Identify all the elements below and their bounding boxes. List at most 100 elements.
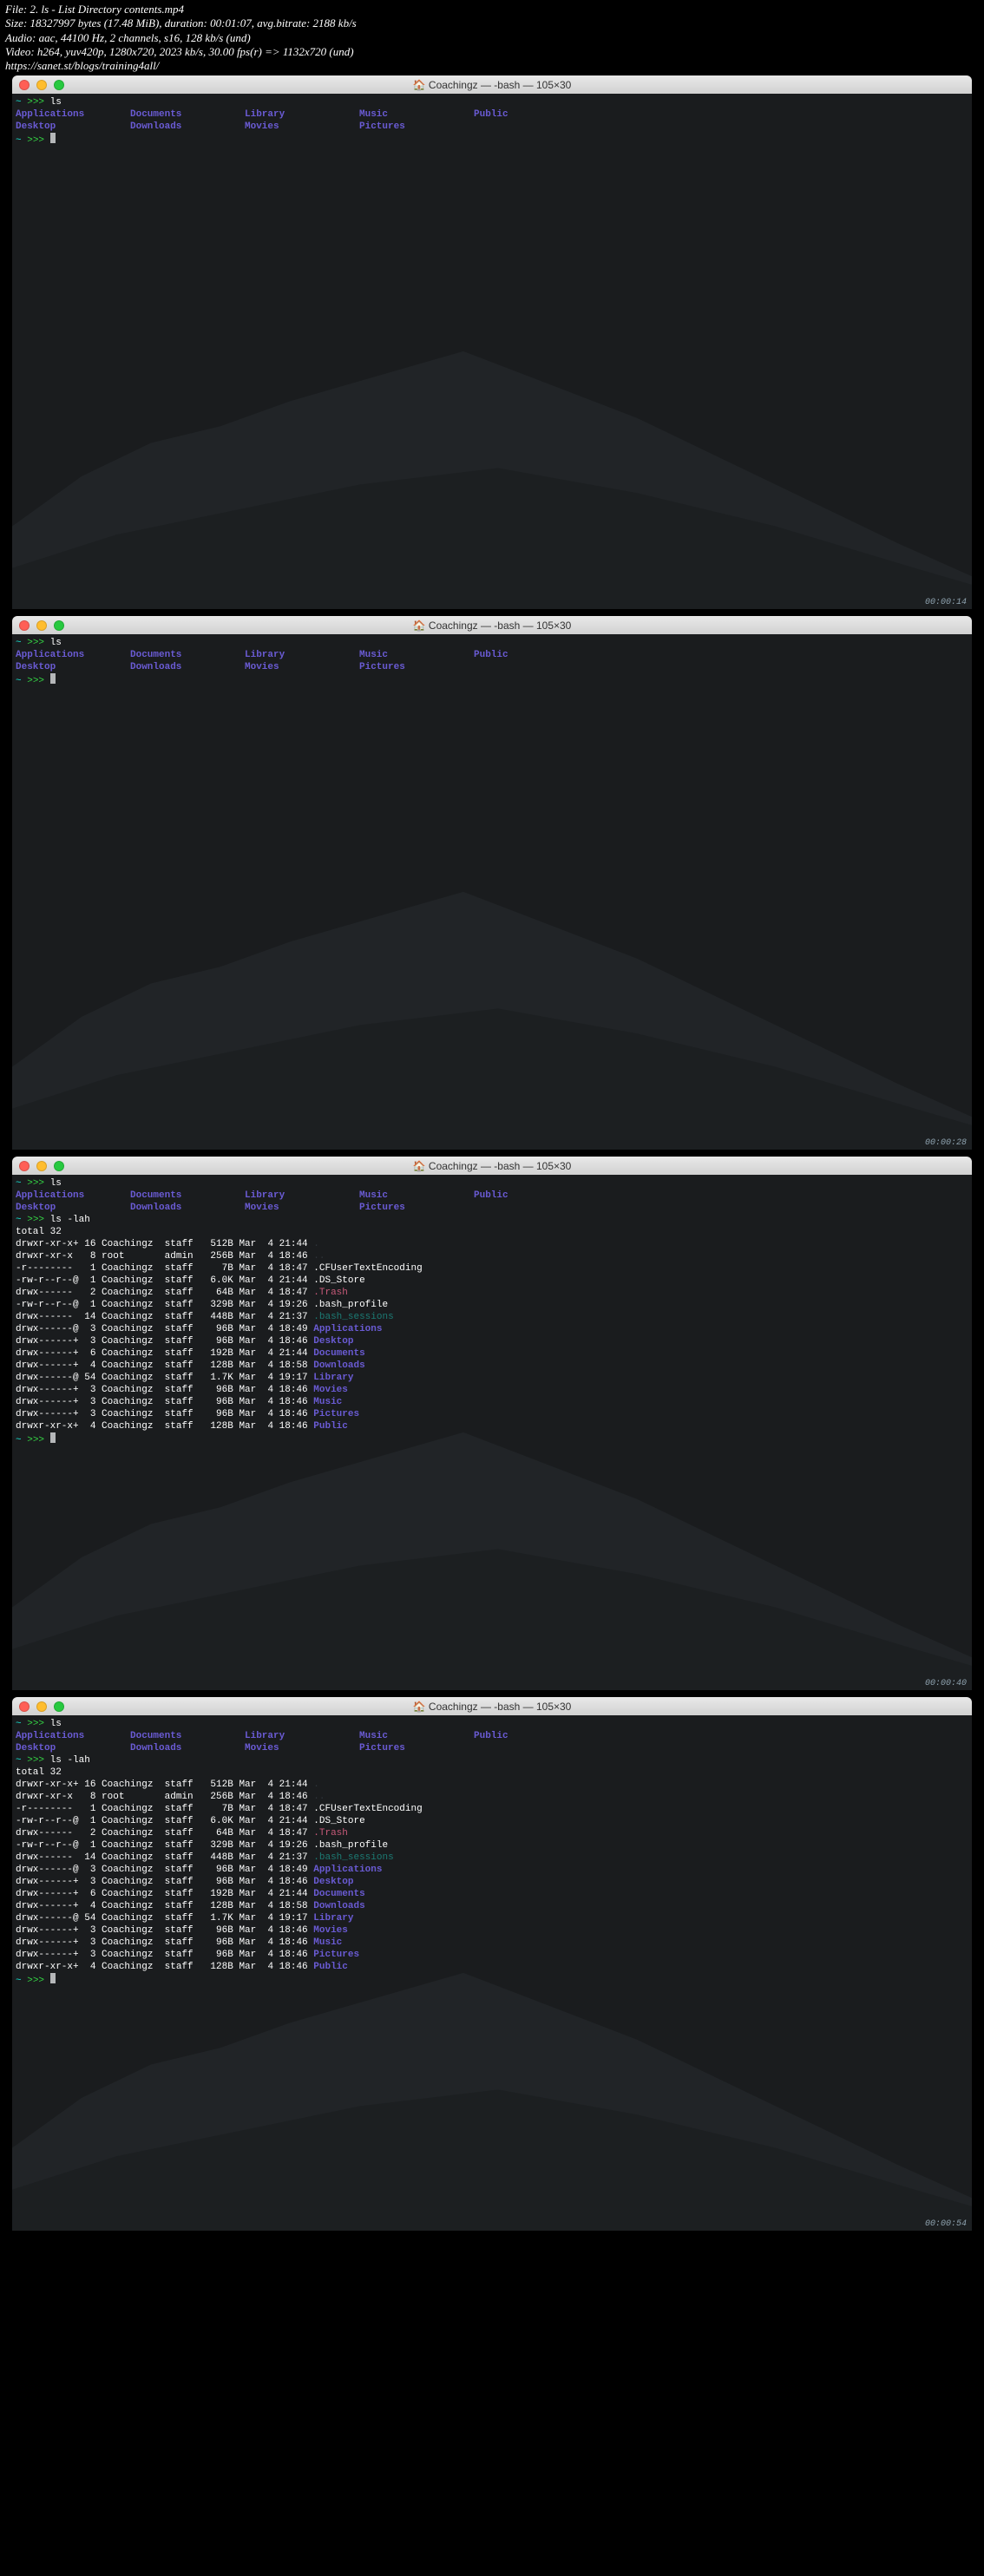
file-name: Desktop — [313, 1336, 353, 1347]
window-controls — [19, 620, 64, 631]
titlebar: 🏠 Coachingz — -bash — 105×30 — [12, 616, 972, 634]
terminal-body[interactable]: ~ >>> ls ApplicationsDocumentsLibraryMus… — [12, 94, 972, 609]
file-meta: File: 2. ls - List Directory contents.mp… — [0, 0, 984, 75]
wallpaper-mountain — [12, 867, 972, 1150]
terminal-body[interactable]: ~ >>> ls ApplicationsDocumentsLibraryMus… — [12, 1175, 972, 1690]
zoom-icon[interactable] — [54, 1161, 64, 1171]
titlebar: 🏠 Coachingz — -bash — 105×30 — [12, 1157, 972, 1175]
ls-lah-output: drwxr-xr-x+ 16 Coachingz staff 512B Mar … — [16, 1238, 968, 1432]
file-name: Pictures — [313, 1950, 359, 1960]
ls-row: drwx------+ 3 Coachingz staff 96B Mar 4 … — [16, 1937, 968, 1949]
meta-line: Video: h264, yuv420p, 1280x720, 2023 kb/… — [5, 45, 979, 59]
file-name: Applications — [313, 1324, 382, 1334]
file-name: Desktop — [313, 1877, 353, 1887]
ls-output: ApplicationsDocumentsLibraryMusicPublic — [16, 108, 968, 121]
ls-row: drwx------@ 3 Coachingz staff 96B Mar 4 … — [16, 1864, 968, 1876]
minimize-icon[interactable] — [36, 1161, 47, 1171]
prompt-line: ~ >>> ls — [16, 1718, 968, 1730]
ls-row: drwx------ 14 Coachingz staff 448B Mar 4… — [16, 1311, 968, 1323]
file-name: Documents — [313, 1348, 364, 1359]
cursor-icon — [50, 673, 56, 684]
file-name: .. — [313, 1251, 325, 1262]
ls-row: drwxr-xr-x+ 16 Coachingz staff 512B Mar … — [16, 1779, 968, 1791]
zoom-icon[interactable] — [54, 620, 64, 631]
ls-output: ApplicationsDocumentsLibraryMusicPublic — [16, 649, 968, 661]
ls-row: drwx------+ 3 Coachingz staff 96B Mar 4 … — [16, 1408, 968, 1420]
prompt-line: ~ >>> ls — [16, 96, 968, 108]
ls-row: drwx------@ 54 Coachingz staff 1.7K Mar … — [16, 1372, 968, 1384]
file-name: Library — [313, 1913, 353, 1924]
file-name: .bash_profile — [313, 1300, 388, 1310]
ls-row: drwx------@ 54 Coachingz staff 1.7K Mar … — [16, 1912, 968, 1924]
window-title: 🏠 Coachingz — -bash — 105×30 — [12, 79, 972, 91]
window-title: 🏠 Coachingz — -bash — 105×30 — [12, 619, 972, 632]
file-name: Downloads — [313, 1901, 364, 1911]
ls-row: -r-------- 1 Coachingz staff 7B Mar 4 18… — [16, 1803, 968, 1815]
file-name: .bash_sessions — [313, 1312, 393, 1322]
meta-line: https://sanet.st/blogs/training4all/ — [5, 59, 979, 73]
ls-row: drwx------@ 3 Coachingz staff 96B Mar 4 … — [16, 1323, 968, 1335]
ls-row: drwxr-xr-x+ 16 Coachingz staff 512B Mar … — [16, 1238, 968, 1250]
file-name: Music — [313, 1397, 342, 1407]
ls-row: drwx------+ 3 Coachingz staff 96B Mar 4 … — [16, 1396, 968, 1408]
ls-lah-output: drwxr-xr-x+ 16 Coachingz staff 512B Mar … — [16, 1779, 968, 1973]
minimize-icon[interactable] — [36, 80, 47, 90]
wallpaper-mountain — [12, 1948, 972, 2232]
zoom-icon[interactable] — [54, 80, 64, 90]
file-name: .Trash — [313, 1828, 348, 1839]
ls-output: ApplicationsDocumentsLibraryMusicPublic — [16, 1730, 968, 1742]
window-controls — [19, 1161, 64, 1171]
close-icon[interactable] — [19, 80, 30, 90]
ls-row: drwx------ 2 Coachingz staff 64B Mar 4 1… — [16, 1287, 968, 1299]
ls-row: -r-------- 1 Coachingz staff 7B Mar 4 18… — [16, 1262, 968, 1275]
total-line: total 32 — [16, 1226, 968, 1238]
cursor-icon — [50, 133, 56, 143]
ls-row: drwx------+ 3 Coachingz staff 96B Mar 4 … — [16, 1384, 968, 1396]
file-name: Movies — [313, 1385, 348, 1395]
file-name: .Trash — [313, 1288, 348, 1298]
prompt-line: ~ >>> — [16, 673, 968, 685]
terminal-window: 🏠 Coachingz — -bash — 105×30 ~ >>> ls Ap… — [12, 616, 972, 1150]
ls-output: DesktopDownloadsMoviesPictures — [16, 121, 968, 133]
close-icon[interactable] — [19, 1701, 30, 1712]
titlebar: 🏠 Coachingz — -bash — 105×30 — [12, 75, 972, 94]
terminal-window: 🏠 Coachingz — -bash — 105×30 ~ >>> ls Ap… — [12, 75, 972, 609]
ls-row: drwx------+ 4 Coachingz staff 128B Mar 4… — [16, 1900, 968, 1912]
timestamp: 00:00:40 — [925, 1679, 967, 1688]
close-icon[interactable] — [19, 620, 30, 631]
prompt-line: ~ >>> — [16, 1432, 968, 1445]
minimize-icon[interactable] — [36, 1701, 47, 1712]
terminal-window: 🏠 Coachingz — -bash — 105×30 ~ >>> ls Ap… — [12, 1697, 972, 2231]
ls-row: -rw-r--r--@ 1 Coachingz staff 6.0K Mar 4… — [16, 1275, 968, 1287]
minimize-icon[interactable] — [36, 620, 47, 631]
file-name: Applications — [313, 1865, 382, 1875]
meta-line: File: 2. ls - List Directory contents.mp… — [5, 3, 979, 16]
window-controls — [19, 1701, 64, 1712]
close-icon[interactable] — [19, 1161, 30, 1171]
titlebar: 🏠 Coachingz — -bash — 105×30 — [12, 1697, 972, 1715]
file-name: Documents — [313, 1889, 364, 1899]
total-line: total 32 — [16, 1766, 968, 1779]
prompt-line: ~ >>> ls -lah — [16, 1754, 968, 1766]
file-name: .CFUserTextEncoding — [313, 1263, 422, 1274]
zoom-icon[interactable] — [54, 1701, 64, 1712]
window-controls — [19, 80, 64, 90]
window-title: 🏠 Coachingz — -bash — 105×30 — [12, 1160, 972, 1172]
ls-row: drwx------+ 6 Coachingz staff 192B Mar 4… — [16, 1347, 968, 1360]
ls-row: drwxr-xr-x 8 root admin 256B Mar 4 18:46… — [16, 1250, 968, 1262]
ls-row: -rw-r--r--@ 1 Coachingz staff 6.0K Mar 4… — [16, 1815, 968, 1827]
file-name: .bash_sessions — [313, 1852, 393, 1863]
terminal-body[interactable]: ~ >>> ls ApplicationsDocumentsLibraryMus… — [12, 634, 972, 1150]
ls-row: drwxr-xr-x+ 4 Coachingz staff 128B Mar 4… — [16, 1961, 968, 1973]
meta-line: Size: 18327997 bytes (17.48 MiB), durati… — [5, 16, 979, 30]
prompt-line: ~ >>> — [16, 1973, 968, 1985]
terminal-body[interactable]: ~ >>> ls ApplicationsDocumentsLibraryMus… — [12, 1715, 972, 2231]
prompt-line: ~ >>> ls — [16, 637, 968, 649]
prompt-line: ~ >>> ls -lah — [16, 1214, 968, 1226]
ls-output: DesktopDownloadsMoviesPictures — [16, 661, 968, 673]
window-title: 🏠 Coachingz — -bash — 105×30 — [12, 1701, 972, 1713]
ls-row: drwx------ 2 Coachingz staff 64B Mar 4 1… — [16, 1827, 968, 1839]
file-name: . — [313, 1239, 319, 1249]
ls-row: drwx------+ 6 Coachingz staff 192B Mar 4… — [16, 1888, 968, 1900]
ls-row: drwxr-xr-x 8 root admin 256B Mar 4 18:46… — [16, 1791, 968, 1803]
